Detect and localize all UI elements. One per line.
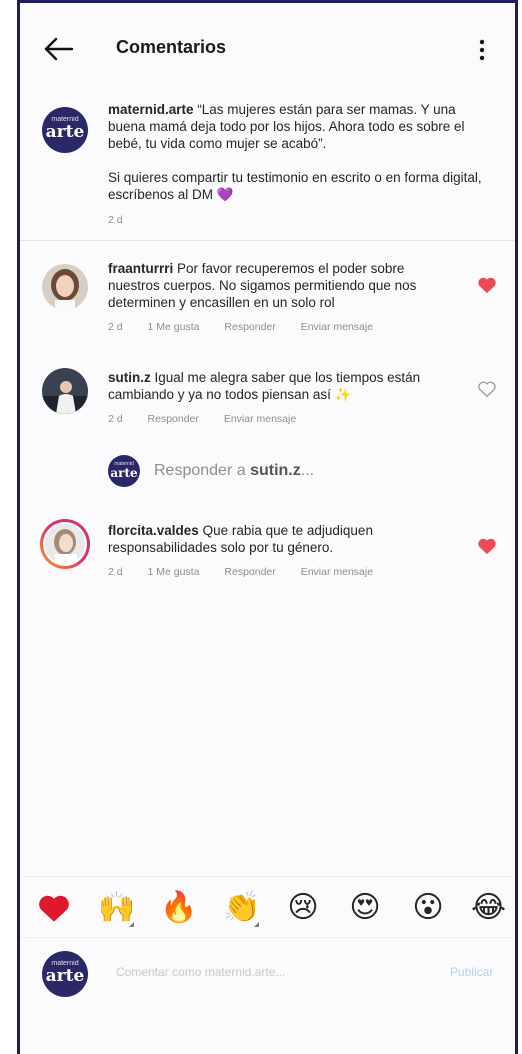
comment-meta: 2 d 1 Me gusta Responder Enviar mensaje [108, 321, 458, 333]
comment-composer: maternid arte Comentar como maternid.art… [20, 937, 515, 1007]
heart-filled-icon[interactable] [477, 537, 497, 555]
logo-big-text: arte [45, 122, 85, 142]
caption-username[interactable]: maternid.arte [108, 102, 194, 117]
back-arrow-icon[interactable] [42, 35, 76, 63]
comment-time: 2 d [108, 566, 123, 578]
comment-meta: 2 d 1 Me gusta Responder Enviar mensaje [108, 566, 458, 578]
surprised-face-emoji[interactable]: 😮 [411, 891, 445, 925]
sparkles-emoji: ✨ [334, 387, 352, 402]
emoji-bar: 🙌 🔥 👏 😢 😍 😮 😂 [20, 876, 515, 938]
heart-eyes-emoji[interactable]: 😍 [348, 891, 382, 925]
avatar: maternid arte [108, 455, 140, 487]
red-heart-emoji[interactable] [37, 893, 71, 927]
send-message-link[interactable]: Enviar mensaje [301, 321, 373, 333]
likes-count[interactable]: 1 Me gusta [148, 566, 200, 578]
send-message-link[interactable]: Enviar mensaje [224, 413, 296, 425]
reply-input[interactable]: maternid arte Responder a sutin.z... [108, 455, 314, 487]
logo-small-text: maternid [114, 461, 134, 467]
likes-count[interactable]: 1 Me gusta [148, 321, 200, 333]
reply-link[interactable]: Responder [148, 413, 199, 425]
comment-text: Igual me alegra saber que los tiempos es… [108, 370, 421, 402]
comment-username[interactable]: sutin.z [108, 370, 151, 385]
skin-tone-indicator [129, 922, 134, 927]
fire-emoji[interactable]: 🔥 [160, 891, 197, 925]
divider [20, 240, 515, 241]
heart-outline-icon[interactable] [477, 380, 497, 398]
reply-prefix: Responder a [154, 462, 246, 479]
avatar[interactable] [42, 368, 88, 414]
logo-small-text: maternid [51, 960, 79, 967]
send-message-link[interactable]: Enviar mensaje [301, 566, 373, 578]
caption-time: 2 d [108, 214, 123, 226]
comment-time: 2 d [108, 413, 123, 425]
reply-link[interactable]: Responder [224, 321, 275, 333]
crying-face-emoji[interactable]: 😢 [286, 891, 320, 925]
avatar [45, 524, 85, 564]
more-options-icon[interactable] [476, 37, 488, 63]
comment-username[interactable]: fraanturrri [108, 261, 173, 276]
reply-username: sutin.z [250, 462, 301, 479]
purple-heart-emoji: 💜 [216, 187, 234, 202]
avatar-story-ring[interactable] [40, 519, 90, 569]
skin-tone-indicator [254, 922, 259, 927]
raising-hands-emoji[interactable]: 🙌 [98, 891, 135, 927]
logo-big-text: arte [110, 466, 138, 480]
caption-meta: 2 d [108, 212, 488, 229]
comment-time: 2 d [108, 321, 123, 333]
comments-screen: Comentarios maternid arte maternid.arte … [17, 0, 518, 1054]
reply-ellipsis: ... [300, 462, 315, 479]
logo-small-text: maternid [51, 116, 79, 123]
comment-input[interactable]: Comentar como maternid.arte... [116, 965, 416, 979]
clapping-hands-emoji[interactable]: 👏 [223, 891, 260, 927]
logo-big-text: arte [45, 966, 85, 986]
comment-meta: 2 d Responder Enviar mensaje [108, 413, 458, 425]
avatar: maternid arte [42, 951, 88, 997]
tears-of-joy-emoji[interactable]: 😂 [471, 891, 506, 925]
heart-filled-icon[interactable] [477, 276, 497, 294]
avatar[interactable] [42, 264, 88, 310]
reply-link[interactable]: Responder [224, 566, 275, 578]
caption-text-2: Si quieres compartir tu testimonio en es… [108, 170, 482, 202]
avatar[interactable]: maternid arte [42, 107, 88, 153]
page-title: Comentarios [116, 37, 227, 57]
publish-button[interactable]: Publicar [450, 965, 493, 979]
post-caption: maternid.arte “Las mujeres están para se… [108, 101, 488, 229]
comment-username[interactable]: florcita.valdes [108, 523, 199, 538]
